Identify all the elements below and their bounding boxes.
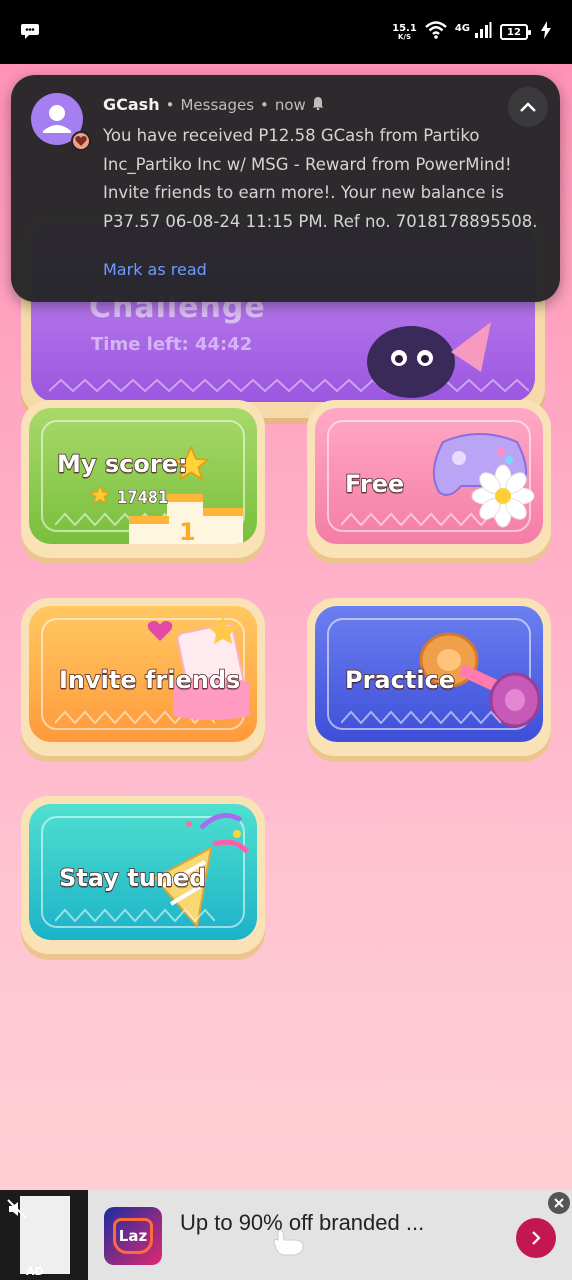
notification-time: now	[274, 95, 306, 114]
network-speed: 15.1 K/S	[392, 22, 417, 41]
free-label: Free	[344, 469, 405, 499]
network-type: 4G	[454, 22, 470, 34]
muted-icon[interactable]	[6, 1198, 28, 1224]
invite-friends-tile[interactable]: Invite friends	[21, 598, 265, 756]
wifi-icon	[425, 21, 447, 43]
ad-open-button[interactable]	[516, 1218, 556, 1258]
charging-icon	[540, 21, 552, 43]
ad-brand: Laz	[118, 1227, 148, 1245]
zigzag-decoration	[341, 512, 501, 526]
ad-close-button[interactable]	[548, 1192, 570, 1214]
messages-app-badge-icon	[71, 131, 91, 151]
my-score-label: My score:	[56, 449, 188, 479]
notification-app-name: GCash	[103, 95, 160, 114]
invite-friends-label: Invite friends	[58, 665, 241, 695]
signal-icon	[474, 21, 492, 43]
hand-pointer-icon	[272, 1228, 306, 1260]
chevron-up-icon	[520, 102, 536, 112]
network-speed-unit: K/S	[397, 32, 411, 41]
stay-tuned-tile[interactable]: Stay tuned	[21, 796, 265, 954]
chat-bubble-icon	[20, 22, 40, 44]
collapse-notification-button[interactable]	[508, 87, 548, 127]
battery-icon: 12	[500, 24, 531, 40]
notification-channel: Messages	[180, 95, 255, 114]
zigzag-decoration	[341, 710, 501, 724]
stay-tuned-label: Stay tuned	[58, 863, 207, 893]
my-score-value: 17481	[116, 488, 169, 509]
battery-level: 12	[507, 26, 521, 38]
my-score-tile[interactable]: My score: 17481 1	[21, 400, 265, 558]
free-tile[interactable]: Free	[307, 400, 551, 558]
separator-dot: •	[165, 95, 175, 114]
challenge-time-left: Time left: 44:42	[91, 334, 253, 355]
separator-dot: •	[260, 95, 269, 114]
lazada-logo: Laz	[104, 1207, 162, 1265]
status-bar: 15.1 K/S 4G 12	[0, 0, 572, 64]
ad-video-thumbnail[interactable]: AD	[0, 1190, 88, 1280]
zigzag-decoration	[55, 908, 215, 922]
gcash-notification[interactable]: GCash • Messages • now You have received…	[11, 75, 560, 302]
ad-label: AD	[26, 1265, 44, 1278]
svg-text:1: 1	[179, 518, 196, 544]
star-icon	[89, 484, 111, 510]
practice-tile[interactable]: Practice	[307, 598, 551, 756]
chevron-right-icon	[532, 1231, 541, 1245]
practice-label: Practice	[344, 665, 456, 695]
mark-as-read-button[interactable]: Mark as read	[103, 260, 207, 279]
bell-icon	[312, 96, 324, 114]
notification-message: You have received P12.58 GCash from Part…	[103, 126, 538, 231]
network-speed-value: 15.1	[392, 22, 417, 34]
close-icon	[554, 1198, 564, 1208]
